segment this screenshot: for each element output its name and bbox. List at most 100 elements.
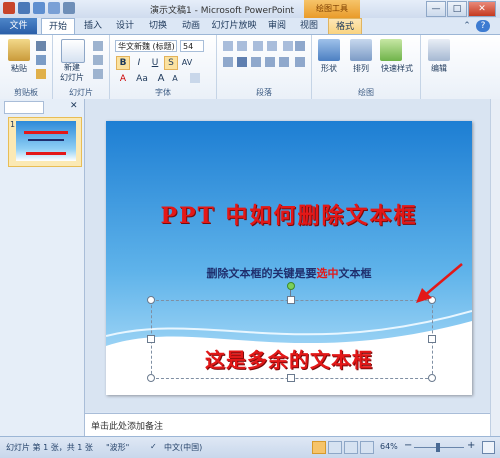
resize-handle-bottom-left[interactable]: [147, 374, 155, 382]
notes-pane[interactable]: 单击此处添加备注: [85, 413, 490, 437]
slides-pane-tab[interactable]: [4, 101, 44, 114]
minimize-button[interactable]: —: [426, 1, 446, 17]
zoom-slider-thumb[interactable]: [436, 443, 440, 452]
tab-view[interactable]: 视图: [294, 18, 324, 34]
reading-view-icon[interactable]: [344, 441, 358, 454]
bold-button[interactable]: B: [116, 56, 130, 70]
font-size-select[interactable]: 54: [180, 40, 204, 52]
slide-thumbnail[interactable]: [16, 121, 76, 161]
char-spacing-icon[interactable]: AV: [180, 56, 194, 70]
ribbon-tabs: 文件 开始 插入 设计 切换 动画 幻灯片放映 审阅 视图 格式 ⌃ ?: [0, 18, 500, 35]
section-icon[interactable]: [93, 69, 103, 79]
zoom-in-button[interactable]: +: [467, 440, 475, 451]
editing-label[interactable]: 编辑: [422, 63, 456, 74]
grow-font-button[interactable]: A: [154, 72, 168, 86]
decrease-indent-icon[interactable]: [253, 41, 263, 51]
zoom-out-button[interactable]: −: [404, 440, 412, 451]
shapes-icon[interactable]: [318, 39, 340, 61]
tab-slideshow[interactable]: 幻灯片放映: [209, 18, 259, 34]
change-case-button[interactable]: Aa: [132, 72, 152, 86]
selected-text-box[interactable]: [151, 300, 433, 379]
tab-file[interactable]: 文件: [0, 18, 37, 34]
tab-review[interactable]: 审阅: [262, 18, 292, 34]
align-left-icon[interactable]: [223, 57, 233, 67]
maximize-button[interactable]: □: [447, 1, 467, 17]
normal-view-icon[interactable]: [312, 441, 326, 454]
tab-home[interactable]: 开始: [41, 18, 75, 35]
subtitle-post: 文本框: [338, 267, 372, 280]
align-right-icon[interactable]: [251, 57, 261, 67]
distribute-icon[interactable]: [279, 57, 289, 67]
close-pane-icon[interactable]: ✕: [70, 101, 78, 111]
resize-handle-bottom-right[interactable]: [428, 374, 436, 382]
font-name-select[interactable]: 华文新魏 (标题): [115, 40, 177, 52]
redo-icon[interactable]: [48, 2, 60, 14]
quick-styles-icon[interactable]: [380, 39, 402, 61]
notes-placeholder[interactable]: 单击此处添加备注: [91, 419, 163, 432]
tab-format[interactable]: 格式: [328, 18, 362, 35]
drawing-group: 形状 排列 快速样式 绘图: [312, 35, 421, 99]
tab-transitions[interactable]: 切换: [143, 18, 173, 34]
copy-icon[interactable]: [36, 55, 46, 65]
text-direction-icon[interactable]: [295, 41, 305, 51]
line-spacing-icon[interactable]: [283, 41, 293, 51]
shrink-font-button[interactable]: A: [168, 72, 182, 86]
new-slide-icon[interactable]: [61, 39, 85, 63]
save-icon[interactable]: [18, 2, 30, 14]
tab-design[interactable]: 设计: [110, 18, 140, 34]
arrange-label[interactable]: 排列: [344, 63, 378, 74]
editing-group: 编辑: [421, 35, 457, 99]
format-painter-icon[interactable]: [36, 69, 46, 79]
resize-handle-left[interactable]: [147, 335, 155, 343]
spell-check-icon[interactable]: ✓: [150, 442, 157, 451]
vertical-scrollbar[interactable]: [490, 99, 500, 436]
red-arrow-annotation: [416, 263, 463, 303]
shapes-label[interactable]: 形状: [312, 63, 346, 74]
underline-button[interactable]: U: [148, 56, 162, 70]
font-group-label: 字体: [155, 88, 171, 97]
slideshow-view-icon[interactable]: [360, 441, 374, 454]
bullets-icon[interactable]: [223, 41, 233, 51]
paste-label[interactable]: 粘贴: [2, 63, 36, 74]
reset-icon[interactable]: [93, 55, 103, 65]
resize-handle-bottom[interactable]: [287, 374, 295, 382]
slide-info-status: 幻灯片 第 1 张，共 1 张: [6, 443, 93, 452]
new-slide-label-line2[interactable]: 幻灯片: [55, 72, 89, 83]
window-title: 演示文稿1 - Microsoft PowerPoint: [150, 6, 295, 16]
theme-status[interactable]: "波形": [106, 442, 129, 453]
quick-styles-label[interactable]: 快速样式: [374, 63, 420, 74]
columns-icon[interactable]: [295, 57, 305, 67]
language-status[interactable]: 中文(中国): [164, 442, 202, 453]
help-icon[interactable]: ?: [476, 20, 490, 32]
paragraph-group-label: 段落: [256, 88, 272, 97]
clear-format-icon[interactable]: [190, 73, 200, 83]
cut-icon[interactable]: [36, 41, 46, 51]
fit-to-window-icon[interactable]: [482, 441, 495, 454]
quick-access-dropdown-icon[interactable]: [63, 2, 75, 14]
title-bar: 演示文稿1 - Microsoft PowerPoint 绘图工具 — □ ✕: [0, 0, 500, 19]
ribbon: 粘贴 剪贴板 新建 幻灯片 幻灯片 华文新魏 (标题) 54 B I U S A…: [0, 34, 500, 100]
font-color-button[interactable]: A: [116, 72, 130, 86]
minimize-ribbon-icon[interactable]: ⌃: [460, 18, 474, 34]
zoom-level[interactable]: 64%: [380, 442, 398, 451]
resize-handle-right[interactable]: [428, 335, 436, 343]
align-center-icon[interactable]: [237, 57, 247, 67]
tab-insert[interactable]: 插入: [78, 18, 108, 34]
close-button[interactable]: ✕: [468, 1, 496, 17]
resize-handle-top-left[interactable]: [147, 296, 155, 304]
justify-icon[interactable]: [265, 57, 275, 67]
resize-handle-top[interactable]: [287, 296, 295, 304]
slide-sorter-icon[interactable]: [328, 441, 342, 454]
layout-icon[interactable]: [93, 41, 103, 51]
undo-icon[interactable]: [33, 2, 45, 14]
shadow-button[interactable]: S: [164, 56, 178, 70]
italic-button[interactable]: I: [132, 56, 146, 70]
tab-animations[interactable]: 动画: [176, 18, 206, 34]
slide-title[interactable]: PPT 中如何删除文本框: [106, 198, 472, 230]
find-icon[interactable]: [428, 39, 450, 61]
numbering-icon[interactable]: [237, 41, 247, 51]
paste-icon[interactable]: [8, 39, 30, 61]
rotate-handle[interactable]: [287, 282, 295, 290]
increase-indent-icon[interactable]: [267, 41, 277, 51]
arrange-icon[interactable]: [350, 39, 372, 61]
